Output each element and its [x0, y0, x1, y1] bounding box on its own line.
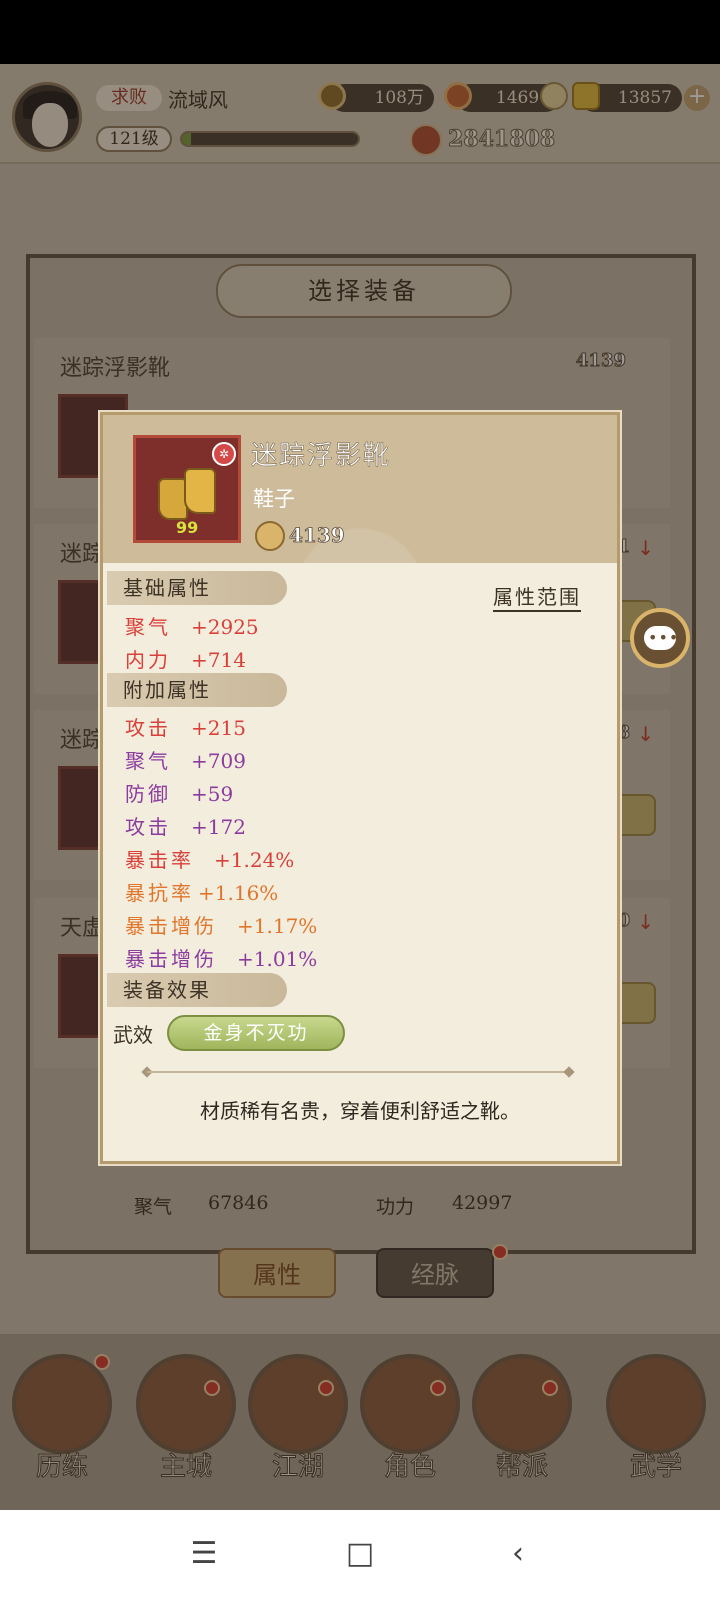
effect-skill-button[interactable]: 金身不灭功: [167, 1015, 345, 1051]
extra-stat-row: 暴击率 +1.24%: [125, 844, 294, 876]
item-image: ✲ 99: [133, 435, 241, 543]
extra-stat-row: 暴击增伤 +1.01%: [125, 943, 317, 975]
attribute-range-link[interactable]: 属性范围: [493, 581, 581, 612]
extra-stat-row: 暴击增伤 +1.17%: [125, 910, 317, 942]
extra-stat-row: 聚气 +709: [125, 745, 246, 777]
snowflake-icon: ✲: [212, 442, 236, 466]
stat-name: 聚气: [125, 615, 171, 639]
stat-value: +1.24%: [214, 848, 295, 872]
stat-value: +59: [191, 782, 234, 806]
extra-attributes-header: 附加属性: [107, 673, 287, 707]
stat-name: 暴击率: [125, 848, 194, 872]
item-type: 鞋子: [253, 487, 295, 511]
stat-name: 攻击: [125, 716, 171, 740]
home-icon[interactable]: □: [336, 1530, 384, 1578]
chat-dots: •••: [648, 628, 680, 647]
stat-value: +709: [191, 749, 246, 773]
base-stat-row: 内力 +714: [125, 644, 246, 676]
system-nav-bar: ☰ □ ‹: [0, 1510, 720, 1601]
base-attributes-header: 基础属性: [107, 571, 287, 605]
status-bar-area: [0, 0, 720, 64]
item-detail-header: ✲ 99 迷踪浮影靴 鞋子 4139: [103, 415, 617, 563]
stat-name: 暴击增伤: [125, 947, 217, 971]
stat-value: +714: [191, 648, 246, 672]
divider: [147, 1071, 567, 1073]
stat-name: 暴抗率: [125, 881, 194, 905]
stat-name: 攻击: [125, 815, 171, 839]
stat-name: 暴击增伤: [125, 914, 217, 938]
item-description: 材质稀有名贵，穿着便利舒适之靴。: [200, 1099, 520, 1123]
chat-button[interactable]: •••: [630, 608, 690, 668]
back-icon[interactable]: ‹: [494, 1530, 542, 1578]
item-power: 4139: [289, 523, 345, 548]
stat-value: +172: [191, 815, 246, 839]
stat-value: +2925: [191, 615, 259, 639]
effect-label: 武效: [113, 1023, 153, 1047]
equipment-effect-header: 装备效果: [107, 973, 287, 1007]
stat-value: +1.16%: [198, 881, 279, 905]
boot-icon: [184, 468, 216, 514]
stat-value: +1.17%: [237, 914, 318, 938]
extra-stat-row: 攻击 +172: [125, 811, 246, 843]
divider-ornament: [563, 1066, 575, 1078]
menu-icon[interactable]: ☰: [180, 1530, 228, 1578]
item-level: 99: [176, 518, 199, 537]
stat-name: 内力: [125, 648, 171, 672]
stat-name: 防御: [125, 782, 171, 806]
extra-stat-row: 攻击 +215: [125, 712, 246, 744]
base-stat-row: 聚气 +2925: [125, 611, 259, 643]
stat-value: +215: [191, 716, 246, 740]
extra-stat-row: 防御 +59: [125, 778, 233, 810]
stat-name: 聚气: [125, 749, 171, 773]
extra-stat-row: 暴抗率 +1.16%: [125, 877, 278, 909]
item-name: 迷踪浮影靴: [251, 441, 392, 472]
power-icon: [255, 521, 285, 551]
stat-value: +1.01%: [237, 947, 318, 971]
item-detail-popup: ✲ 99 迷踪浮影靴 鞋子 4139 基础属性 属性范围 聚气 +2925 内力 +…: [100, 412, 620, 1164]
